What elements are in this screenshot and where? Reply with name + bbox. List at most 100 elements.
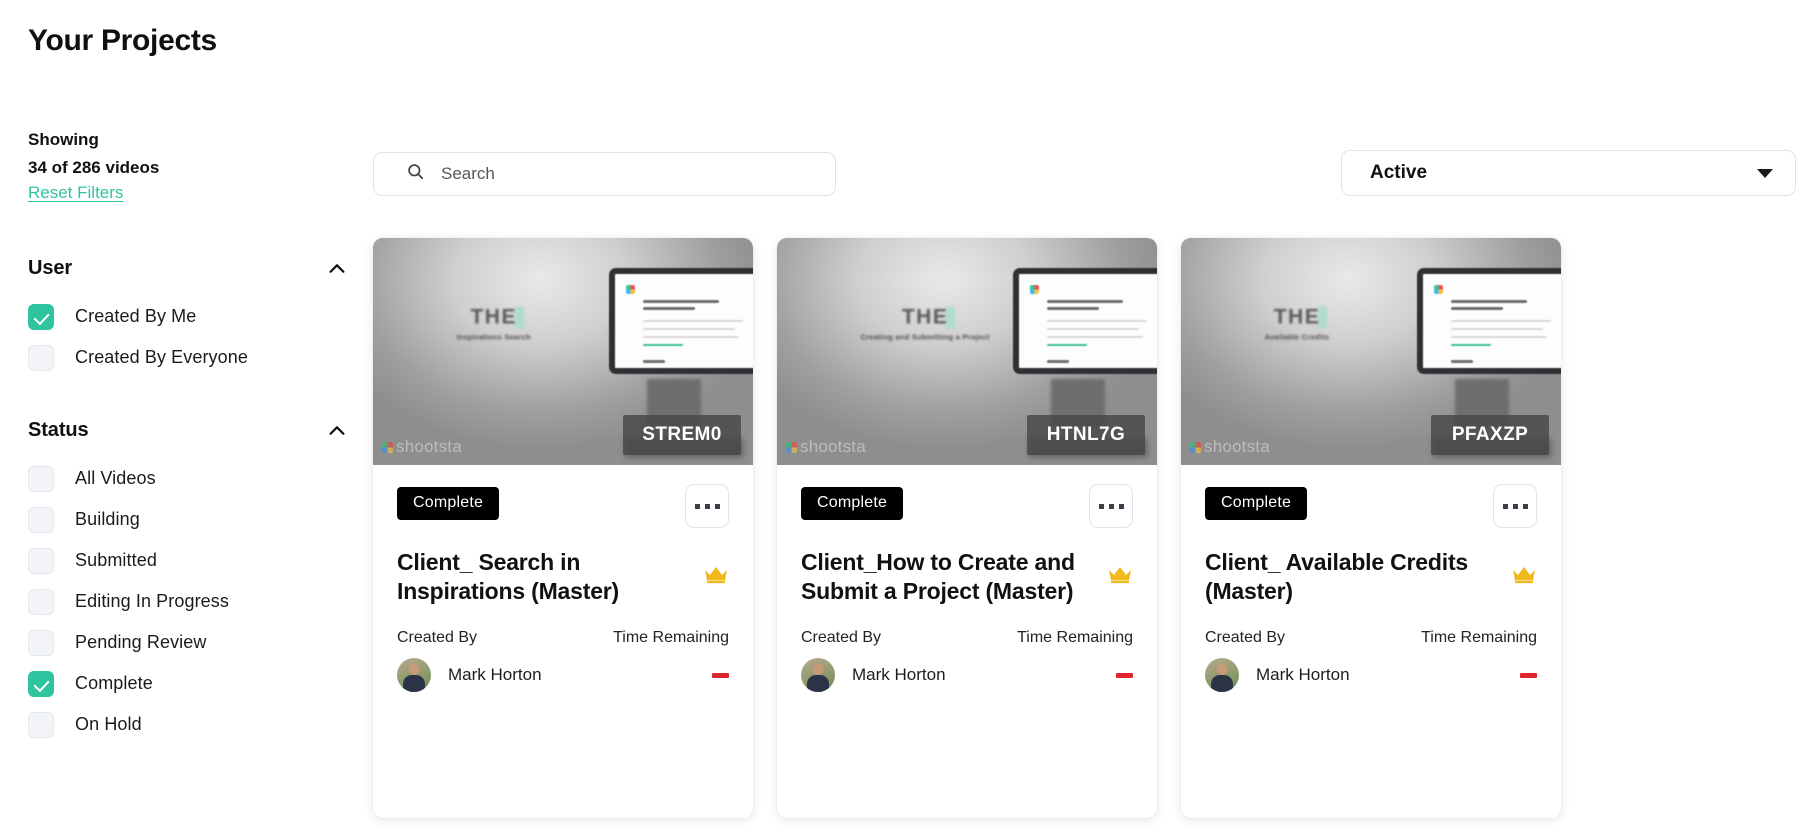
filter-group-status-items: All Videos Building Submitted Editing In… [28,458,360,745]
status-filter-dropdown[interactable]: Active [1341,150,1796,196]
checkbox-all-videos[interactable] [28,465,54,492]
filter-label: Pending Review [75,632,207,652]
crown-icon [703,564,729,589]
ellipsis-icon[interactable] [1493,484,1537,528]
avatar [397,658,431,692]
thumbnail-text: THE Available Credits [1265,306,1330,343]
ellipsis-icon[interactable] [685,484,729,528]
checkbox-complete[interactable] [28,670,54,697]
status-badge: Complete [397,487,500,520]
search-input[interactable] [441,164,821,184]
avatar [801,658,835,692]
ellipsis-icon[interactable] [1089,484,1133,528]
project-title[interactable]: Client_How to Create and Submit a Projec… [801,548,1097,606]
watermark-text: shootsta [1204,437,1270,456]
creator-name: Mark Horton [852,665,946,684]
checkbox-editing-in-progress[interactable] [28,588,54,615]
monitor-mock-icon [608,267,753,374]
shootsta-logo-icon [382,441,393,453]
filter-label: Created By Me [75,306,197,326]
project-title[interactable]: Client_ Available Credits (Master) [1205,548,1501,606]
chevron-up-icon[interactable] [326,420,348,442]
filter-item-complete[interactable]: Complete [28,663,360,704]
avatar [1205,658,1239,692]
filter-label: All Videos [75,468,156,488]
monitor-mock-icon [1416,267,1561,374]
chevron-up-icon[interactable] [326,258,348,280]
created-by-label: Created By [397,629,478,646]
checkbox-on-hold[interactable] [28,711,54,738]
filters-sidebar: Showing 34 of 286 videos Reset Filters U… [28,126,360,745]
filter-label: Editing In Progress [75,591,229,611]
created-by-label: Created By [801,629,882,646]
project-code-badge: HTNL7G [1027,415,1145,455]
thumbnail-title: THE [470,305,524,329]
creator: Mark Horton [801,658,946,692]
project-code-badge: STREM0 [623,415,741,455]
project-thumbnail[interactable]: THE Available Credits shootsta PFAXZP [1181,238,1561,465]
checkbox-pending-review[interactable] [28,629,54,656]
reset-filters-link[interactable]: Reset Filters [28,183,123,203]
project-code-badge: PFAXZP [1431,415,1549,455]
filter-item-created-by-everyone[interactable]: Created By Everyone [28,337,360,378]
filter-group-status: Status All Videos Building Submitted Edi… [28,419,360,745]
monitor-mock-icon [1012,267,1157,374]
watermark-text: shootsta [800,437,866,456]
project-card[interactable]: THE Available Credits shootsta PFAXZP Co… [1181,238,1561,818]
checkbox-building[interactable] [28,506,54,533]
filter-item-on-hold[interactable]: On Hold [28,704,360,745]
watermark: shootsta [786,437,866,457]
time-remaining-value [1520,672,1537,678]
showing-label: Showing [28,130,99,149]
project-card[interactable]: THE Inspirations Search shootsta STREM0 … [373,238,753,818]
thumbnail-text: THE Creating and Submitting a Project [861,306,990,343]
filter-item-submitted[interactable]: Submitted [28,540,360,581]
created-by-label: Created By [1205,629,1286,646]
filter-label: Complete [75,673,153,693]
projects-grid: THE Inspirations Search shootsta STREM0 … [373,238,1808,836]
chevron-down-icon[interactable] [1757,168,1773,178]
filter-item-all-videos[interactable]: All Videos [28,458,360,499]
filter-group-status-title: Status [28,419,89,441]
filter-group-user: User Created By Me Created By Everyone [28,257,360,378]
project-title[interactable]: Client_ Search in Inspirations (Master) [397,548,693,606]
filter-item-editing-in-progress[interactable]: Editing In Progress [28,581,360,622]
search-bar[interactable] [373,152,836,196]
watermark-text: shootsta [396,437,462,456]
project-card-body: Complete Client_ Search in Inspirations … [373,465,753,818]
filter-item-building[interactable]: Building [28,499,360,540]
filter-label: Building [75,509,140,529]
status-badge: Complete [801,487,904,520]
status-filter-value: Active [1370,162,1428,183]
filter-group-status-header[interactable]: Status [28,419,348,442]
projects-page: Your Projects Showing 34 of 286 videos R… [0,0,1808,836]
project-card[interactable]: THE Creating and Submitting a Project sh… [777,238,1157,818]
checkbox-created-by-me[interactable] [28,303,54,330]
crown-icon [1107,564,1133,589]
shootsta-logo-icon [1190,441,1201,453]
project-card-body: Complete Client_How to Create and Submit… [777,465,1157,818]
shootsta-logo-icon [786,441,797,453]
time-remaining-value [712,672,729,678]
checkbox-submitted[interactable] [28,547,54,574]
project-thumbnail[interactable]: THE Inspirations Search shootsta STREM0 [373,238,753,465]
project-thumbnail[interactable]: THE Creating and Submitting a Project sh… [777,238,1157,465]
time-remaining-label: Time Remaining [1421,629,1537,646]
filter-label: Created By Everyone [75,347,248,367]
filter-item-created-by-me[interactable]: Created By Me [28,296,360,337]
thumbnail-subtitle: Creating and Submitting a Project [860,332,990,342]
watermark: shootsta [382,437,462,457]
thumbnail-title: THE [1273,305,1327,329]
filter-group-user-header[interactable]: User [28,257,348,280]
thumbnail-subtitle: Available Credits [1264,332,1330,342]
checkbox-created-by-everyone[interactable] [28,344,54,371]
thumbnail-title: THE [901,305,955,329]
time-remaining-value [1116,672,1133,678]
filter-item-pending-review[interactable]: Pending Review [28,622,360,663]
search-icon [388,162,425,186]
creator-name: Mark Horton [448,665,542,684]
thumbnail-subtitle: Inspirations Search [456,332,531,342]
page-title: Your Projects [28,24,217,57]
watermark: shootsta [1190,437,1270,457]
creator: Mark Horton [1205,658,1350,692]
